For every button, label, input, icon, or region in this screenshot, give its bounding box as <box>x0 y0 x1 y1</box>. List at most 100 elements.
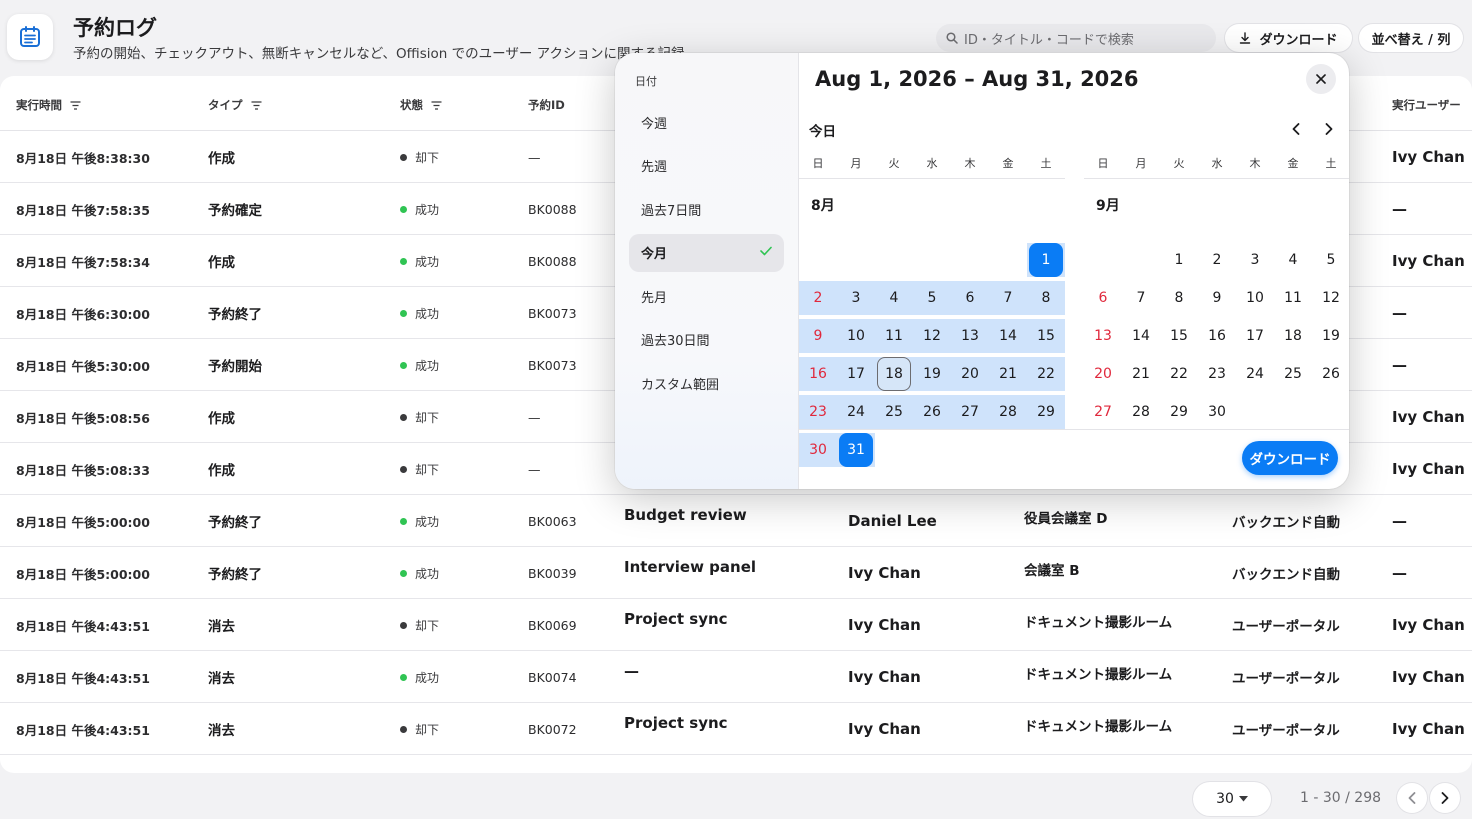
calendar-day[interactable]: 31 <box>839 433 873 467</box>
calendar-day[interactable]: 28 <box>1124 395 1158 429</box>
column-header-booking-id[interactable]: 予約ID <box>528 97 565 113</box>
table-row[interactable]: 8月18日 午後4:43:51 消去 却下 BK0072 Project sync Ivy… <box>0 703 1472 755</box>
table-row[interactable]: 8月18日 午後5:00:00 予約終了 成功 BK0039 Interview pan… <box>0 547 1472 599</box>
calendar-day[interactable]: 23 <box>1200 357 1234 391</box>
previous-month-button[interactable] <box>1286 119 1306 139</box>
calendar-day[interactable]: 5 <box>1314 243 1348 277</box>
next-page-button[interactable] <box>1430 783 1460 813</box>
calendar-day[interactable]: 25 <box>1276 357 1310 391</box>
close-button[interactable] <box>1306 64 1336 94</box>
calendar-day[interactable]: 24 <box>839 395 873 429</box>
calendar-day[interactable]: 20 <box>953 357 987 391</box>
table-row[interactable]: 8月18日 午後5:00:00 予約終了 成功 BK0063 Budget review… <box>0 495 1472 547</box>
calendar-day[interactable]: 7 <box>991 281 1025 315</box>
calendar-day[interactable]: 18 <box>877 357 911 391</box>
calendar-day[interactable]: 8 <box>1029 281 1063 315</box>
calendar-day[interactable]: 11 <box>1276 281 1310 315</box>
calendar-day[interactable]: 10 <box>839 319 873 353</box>
calendar-day[interactable]: 21 <box>1124 357 1158 391</box>
calendar-day[interactable]: 13 <box>953 319 987 353</box>
calendar-day[interactable]: 30 <box>801 433 835 467</box>
weekday-label: 水 <box>1211 157 1223 170</box>
calendar-day[interactable]: 8 <box>1162 281 1196 315</box>
table-row[interactable]: 8月18日 午後4:43:51 消去 成功 BK0074 — Ivy Chan ドキュメント… <box>0 651 1472 703</box>
calendar-day[interactable]: 15 <box>1162 319 1196 353</box>
column-header-type[interactable]: タイプ <box>208 97 262 113</box>
filter-icon[interactable] <box>431 100 442 110</box>
calendar-day[interactable]: 29 <box>1162 395 1196 429</box>
calendar-day[interactable]: 6 <box>1086 281 1120 315</box>
row-room: ドキュメント撮影ルーム <box>1024 667 1173 683</box>
calendar-day[interactable]: 1 <box>1162 243 1196 277</box>
calendar-day[interactable]: 26 <box>915 395 949 429</box>
calendar-day[interactable]: 22 <box>1162 357 1196 391</box>
preset-item[interactable]: 過去7日間 <box>629 190 784 228</box>
calendar-download-button[interactable]: ダウンロード <box>1242 441 1338 475</box>
calendar-day[interactable]: 13 <box>1086 319 1120 353</box>
calendar-day[interactable]: 21 <box>991 357 1025 391</box>
table-row[interactable]: 8月18日 午後4:43:51 消去 却下 BK0069 Project sync Ivy… <box>0 599 1472 651</box>
calendar-day[interactable]: 17 <box>1238 319 1272 353</box>
weekday-label: 日 <box>812 157 824 170</box>
preset-item[interactable]: 先週 <box>629 147 784 185</box>
today-button[interactable]: 今日 <box>809 120 836 140</box>
calendar-day[interactable]: 30 <box>1200 395 1234 429</box>
sort-columns-button[interactable]: 並べ替え / 列 <box>1359 24 1463 52</box>
column-header-executor[interactable]: 実行ユーザー <box>1392 97 1461 113</box>
calendar-day[interactable]: 19 <box>915 357 949 391</box>
calendar-day[interactable]: 16 <box>801 357 835 391</box>
range-title: Aug 1, 2026 – Aug 31, 2026 <box>815 67 1139 91</box>
filter-icon[interactable] <box>251 100 262 110</box>
column-header-status[interactable]: 状態 <box>400 97 442 113</box>
page-size-select[interactable]: 30 <box>1193 782 1271 816</box>
next-month-button[interactable] <box>1319 119 1339 139</box>
search-input[interactable]: ID・タイトル・コードで検索 <box>936 24 1216 52</box>
preset-item[interactable]: 先月 <box>629 277 784 315</box>
calendar-day[interactable]: 9 <box>1200 281 1234 315</box>
calendar-day[interactable]: 20 <box>1086 357 1120 391</box>
calendar-day[interactable]: 4 <box>1276 243 1310 277</box>
calendar-day[interactable]: 27 <box>1086 395 1120 429</box>
calendar-day[interactable]: 2 <box>1200 243 1234 277</box>
calendar-day[interactable]: 28 <box>991 395 1025 429</box>
download-button[interactable]: ダウンロード <box>1225 24 1352 52</box>
calendar-day[interactable]: 25 <box>877 395 911 429</box>
calendar-day[interactable]: 5 <box>915 281 949 315</box>
calendar-day[interactable]: 24 <box>1238 357 1272 391</box>
calendar-day[interactable]: 15 <box>1029 319 1063 353</box>
filter-icon[interactable] <box>70 100 81 110</box>
calendar-day[interactable]: 17 <box>839 357 873 391</box>
calendar-day[interactable]: 12 <box>1314 281 1348 315</box>
calendar-day[interactable]: 1 <box>1029 243 1063 277</box>
calendar-day[interactable]: 12 <box>915 319 949 353</box>
calendar-day[interactable]: 2 <box>801 281 835 315</box>
preset-label: 今月 <box>641 247 668 262</box>
preset-item[interactable]: 今週 <box>629 103 784 141</box>
previous-page-button[interactable] <box>1397 783 1427 813</box>
calendar-day[interactable]: 10 <box>1238 281 1272 315</box>
preset-item[interactable]: 今月 <box>629 233 784 272</box>
calendar-day[interactable]: 9 <box>801 319 835 353</box>
preset-item[interactable]: 過去30日間 <box>629 321 784 359</box>
calendar-day[interactable]: 18 <box>1276 319 1310 353</box>
calendar-day[interactable]: 6 <box>953 281 987 315</box>
calendar-day[interactable]: 3 <box>839 281 873 315</box>
calendar-day[interactable]: 27 <box>953 395 987 429</box>
calendar-day[interactable]: 11 <box>877 319 911 353</box>
weekday-label: 木 <box>1249 157 1261 170</box>
calendar-day[interactable]: 16 <box>1200 319 1234 353</box>
column-header-time[interactable]: 実行時間 <box>16 97 81 113</box>
preset-item[interactable]: カスタム範囲 <box>629 364 784 402</box>
calendar-day[interactable]: 23 <box>801 395 835 429</box>
calendar-day[interactable]: 22 <box>1029 357 1063 391</box>
calendar-day[interactable]: 14 <box>1124 319 1158 353</box>
calendar-divider <box>799 429 1349 430</box>
calendar-day[interactable]: 7 <box>1124 281 1158 315</box>
calendar-day[interactable]: 4 <box>877 281 911 315</box>
calendar-day[interactable]: 14 <box>991 319 1025 353</box>
calendar-day[interactable]: 26 <box>1314 357 1348 391</box>
calendar-day[interactable]: 19 <box>1314 319 1348 353</box>
calendar-day[interactable]: 29 <box>1029 395 1063 429</box>
calendar-day[interactable]: 3 <box>1238 243 1272 277</box>
status-badge: 却下 <box>400 443 439 495</box>
